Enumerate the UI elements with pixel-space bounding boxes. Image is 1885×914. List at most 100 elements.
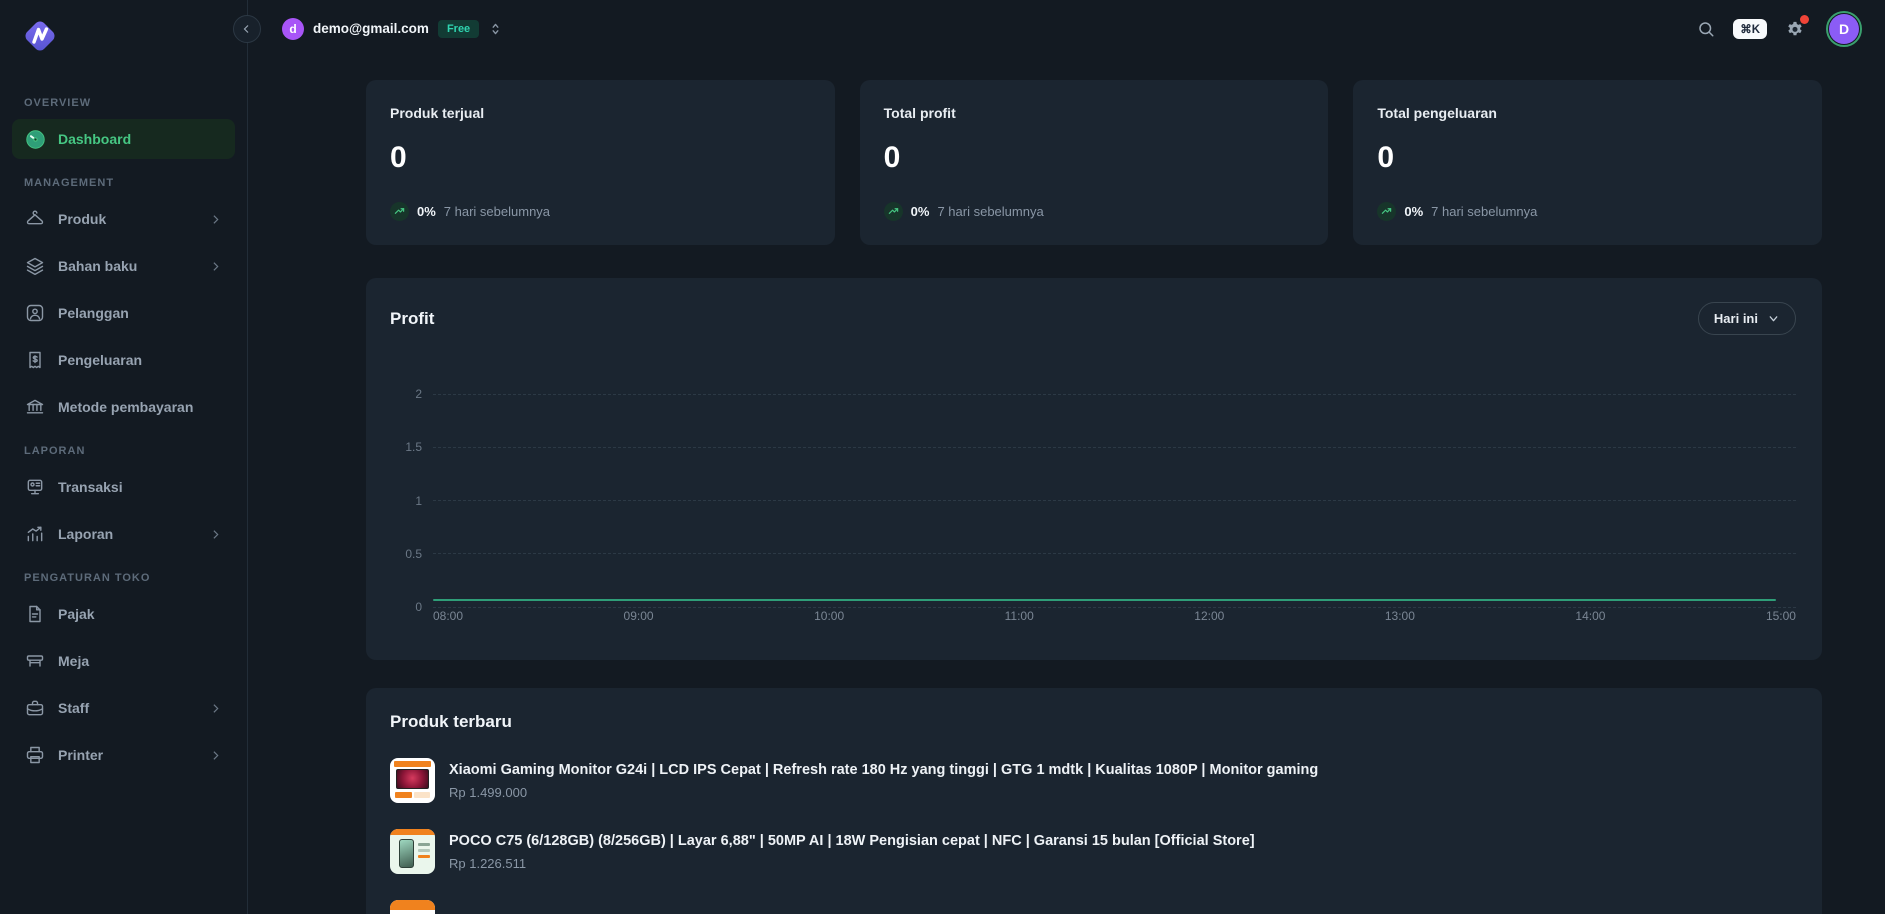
- notification-dot: [1800, 15, 1809, 24]
- sidebar-item-label: Produk: [58, 211, 197, 227]
- document-icon: [24, 603, 46, 625]
- y-axis-tick: 1: [394, 494, 422, 508]
- y-axis-tick: 0: [394, 600, 422, 614]
- sidebar-item-label: Pajak: [58, 606, 223, 622]
- gridline: [433, 394, 1796, 395]
- search-icon: [1697, 20, 1715, 38]
- stat-period: 7 hari sebelumnya: [1431, 204, 1537, 219]
- y-axis-tick: 2: [394, 387, 422, 401]
- receipt-icon: [24, 349, 46, 371]
- gauge-icon: [24, 128, 46, 150]
- stat-value: 0: [390, 141, 811, 175]
- sidebar-item-label: Printer: [58, 747, 197, 763]
- search-button[interactable]: [1693, 16, 1719, 42]
- profit-chart-card: Profit Hari ini 2 1.5 1 0.5 0 08:00 09:: [366, 278, 1822, 660]
- chevron-right-icon: [209, 259, 223, 273]
- stat-percent: 0%: [1404, 204, 1423, 219]
- sidebar-item-label: Staff: [58, 700, 197, 716]
- sidebar-item-metode-pembayaran[interactable]: Metode pembayaran: [12, 387, 235, 427]
- sidebar-item-label: Metode pembayaran: [58, 399, 223, 415]
- sidebar-collapse-button[interactable]: [233, 15, 261, 43]
- layers-icon: [24, 255, 46, 277]
- sidebar-item-label: Meja: [58, 653, 223, 669]
- topbar: d demo@gmail.com Free ⌘K D: [248, 0, 1885, 57]
- user-avatar[interactable]: D: [1829, 14, 1859, 44]
- search-shortcut-badge[interactable]: ⌘K: [1733, 19, 1767, 39]
- sidebar-item-meja[interactable]: Meja: [12, 641, 235, 681]
- sidebar: OVERVIEW Dashboard MANAGEMENT Produk Bah…: [0, 0, 248, 914]
- product-price: Rp 1.499.000: [449, 785, 1318, 800]
- stats-row: Produk terjual 0 0% 7 hari sebelumnya To…: [366, 80, 1822, 245]
- sidebar-section-overview: OVERVIEW: [12, 97, 235, 109]
- sidebar-item-staff[interactable]: Staff: [12, 688, 235, 728]
- product-thumbnail: [390, 829, 435, 874]
- sidebar-item-transaksi[interactable]: Transaksi: [12, 467, 235, 507]
- gridline: [433, 500, 1796, 501]
- sidebar-item-bahan-baku[interactable]: Bahan baku: [12, 246, 235, 286]
- latest-products-card: Produk terbaru Xiaomi Gaming Monitor G24…: [366, 688, 1822, 914]
- select-updown-icon: [490, 22, 501, 36]
- stat-value: 0: [1377, 141, 1798, 175]
- brand-diamond-icon: [20, 16, 60, 56]
- sidebar-item-label: Pengeluaran: [58, 352, 223, 368]
- settings-button[interactable]: [1781, 15, 1809, 43]
- chevron-right-icon: [209, 748, 223, 762]
- sidebar-section-management: MANAGEMENT: [12, 177, 235, 189]
- chevron-right-icon: [209, 527, 223, 541]
- sidebar-item-label: Pelanggan: [58, 305, 223, 321]
- stat-period: 7 hari sebelumnya: [937, 204, 1043, 219]
- account-avatar: d: [282, 18, 304, 40]
- product-row[interactable]: Xiaomi Smart TV A 32 Pro | Smart TV LED …: [390, 900, 1796, 914]
- main-area: d demo@gmail.com Free ⌘K D Produk terjua…: [248, 0, 1885, 914]
- trend-chart-icon: [24, 523, 46, 545]
- product-price: Rp 1.226.511: [449, 856, 1255, 871]
- table-icon: [24, 650, 46, 672]
- latest-products-title: Produk terbaru: [390, 712, 1796, 732]
- stat-percent: 0%: [417, 204, 436, 219]
- stat-period: 7 hari sebelumnya: [444, 204, 550, 219]
- bank-icon: [24, 396, 46, 418]
- trend-up-icon: [1377, 202, 1396, 221]
- chevron-right-icon: [209, 212, 223, 226]
- product-title: POCO C75 (6/128GB) (8/256GB) | Layar 6,8…: [449, 833, 1255, 849]
- sidebar-item-laporan[interactable]: Laporan: [12, 514, 235, 554]
- sidebar-item-printer[interactable]: Printer: [12, 735, 235, 775]
- product-title: Xiaomi Gaming Monitor G24i | LCD IPS Cep…: [449, 762, 1318, 778]
- sidebar-item-pajak[interactable]: Pajak: [12, 594, 235, 634]
- sidebar-item-label: Transaksi: [58, 479, 223, 495]
- register-icon: [24, 476, 46, 498]
- stat-percent: 0%: [911, 204, 930, 219]
- stat-card-total-profit: Total profit 0 0% 7 hari sebelumnya: [860, 80, 1329, 245]
- stat-title: Total pengeluaran: [1377, 105, 1798, 121]
- stat-value: 0: [884, 141, 1305, 175]
- chevron-right-icon: [209, 701, 223, 715]
- trend-up-icon: [390, 202, 409, 221]
- y-axis-tick: 1.5: [394, 440, 422, 454]
- product-row[interactable]: Xiaomi Gaming Monitor G24i | LCD IPS Cep…: [390, 758, 1796, 803]
- account-selector[interactable]: d demo@gmail.com Free: [282, 18, 501, 40]
- product-row[interactable]: POCO C75 (6/128GB) (8/256GB) | Layar 6,8…: [390, 829, 1796, 874]
- stat-title: Produk terjual: [390, 105, 811, 121]
- sidebar-item-pelanggan[interactable]: Pelanggan: [12, 293, 235, 333]
- sidebar-item-dashboard[interactable]: Dashboard: [12, 119, 235, 159]
- plan-badge: Free: [438, 20, 479, 38]
- gridline: [433, 607, 1796, 608]
- dashboard-content: Produk terjual 0 0% 7 hari sebelumnya To…: [248, 57, 1885, 914]
- sidebar-item-label: Bahan baku: [58, 258, 197, 274]
- product-thumbnail: [390, 900, 435, 914]
- app-logo[interactable]: [12, 14, 235, 79]
- printer-icon: [24, 744, 46, 766]
- chart-title: Profit: [390, 309, 434, 329]
- date-range-dropdown[interactable]: Hari ini: [1698, 302, 1796, 335]
- sidebar-item-label: Dashboard: [58, 131, 223, 147]
- stat-card-produk-terjual: Produk terjual 0 0% 7 hari sebelumnya: [366, 80, 835, 245]
- chevron-left-icon: [241, 23, 253, 35]
- stat-card-total-pengeluaran: Total pengeluaran 0 0% 7 hari sebelumnya: [1353, 80, 1822, 245]
- briefcase-icon: [24, 697, 46, 719]
- sidebar-item-pengeluaran[interactable]: Pengeluaran: [12, 340, 235, 380]
- sidebar-item-produk[interactable]: Produk: [12, 199, 235, 239]
- profit-series-line: [433, 599, 1776, 601]
- profit-line-chart: 2 1.5 1 0.5 0 08:00 09:00 10:00 11:00 12…: [390, 387, 1796, 623]
- user-icon: [24, 302, 46, 324]
- product-thumbnail: [390, 758, 435, 803]
